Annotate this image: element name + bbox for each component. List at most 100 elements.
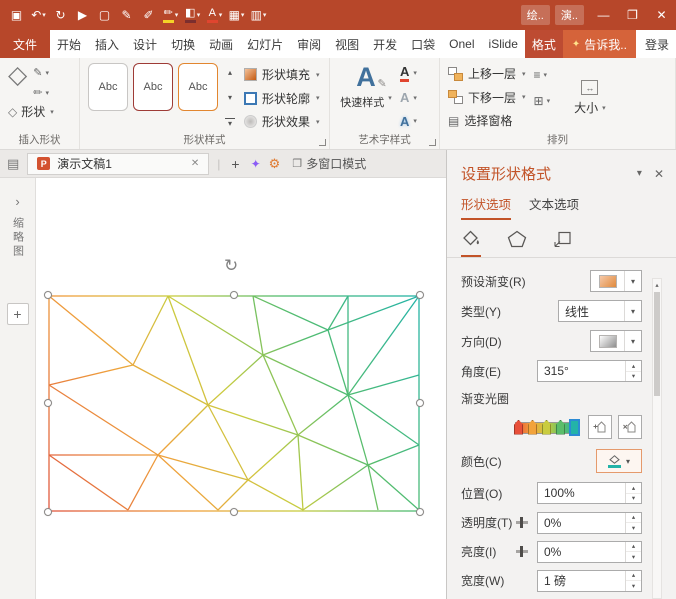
selection-handle-w[interactable]	[44, 399, 52, 407]
tab-pocket[interactable]: 口袋	[404, 30, 442, 58]
highlighter-icon[interactable]: ✏▾	[160, 3, 181, 27]
add-gradient-stop-button[interactable]	[588, 415, 612, 439]
width-spinner[interactable]: 1 磅 ▴▾	[537, 570, 642, 592]
align-button[interactable]: ≡▾	[534, 68, 551, 82]
transparency-spinner[interactable]: 0% ▴▾	[537, 512, 642, 534]
pane-scrollbar[interactable]: ▴	[652, 278, 662, 599]
brightness-slider[interactable]	[516, 550, 528, 553]
undo-icon[interactable]: ↶▾	[28, 3, 49, 27]
gradient-stops-bar[interactable]	[515, 419, 579, 436]
new-tab-button[interactable]: +	[228, 156, 242, 172]
tab-animations[interactable]: 动画	[202, 30, 240, 58]
transparency-slider[interactable]	[516, 521, 528, 524]
shape-fill-icon[interactable]: ◧▾	[182, 3, 203, 27]
text-fill-button[interactable]: A▾	[400, 65, 417, 82]
tab-format-active[interactable]: 格式	[525, 30, 563, 58]
sign-in-link[interactable]: 登录	[636, 30, 676, 58]
tell-me-box[interactable]: ✦告诉我..	[563, 30, 636, 58]
tab-onekey[interactable]: Onel	[442, 30, 481, 58]
chevron-down-icon[interactable]: ▾	[241, 11, 245, 19]
document-tab[interactable]: P 演示文稿1 ✕	[27, 153, 209, 175]
type-dropdown[interactable]: 线性 ▾	[558, 300, 642, 322]
close-tab-icon[interactable]: ✕	[191, 158, 199, 169]
shapes-button[interactable]: ◇ 形状 ▾	[8, 103, 73, 120]
new-document-icon[interactable]: ▢	[94, 3, 115, 27]
rotation-handle[interactable]: ↻	[224, 257, 238, 274]
dialog-launcher-icon[interactable]	[319, 139, 326, 146]
shape-fill-button[interactable]: 形状填充▾	[244, 66, 320, 83]
selection-handle-se[interactable]	[416, 508, 424, 516]
selected-shape[interactable]: ↻	[48, 295, 420, 512]
tab-view[interactable]: 视图	[328, 30, 366, 58]
slider-handle[interactable]	[520, 546, 523, 557]
eyedropper-icon[interactable]: ✎	[116, 3, 137, 27]
chevron-down-icon[interactable]: ▾	[219, 11, 223, 19]
chevron-down-icon[interactable]: ▾	[175, 11, 179, 19]
bring-forward-button[interactable]: 上移一层▾	[448, 65, 526, 82]
close-button[interactable]: ✕	[647, 0, 676, 30]
tab-shape-options[interactable]: 形状选项	[461, 194, 511, 220]
chevron-down-icon[interactable]: ▾	[42, 11, 46, 19]
minimize-button[interactable]: —	[589, 0, 618, 30]
shape-effects-button[interactable]: 形状效果▾	[244, 113, 320, 130]
dialog-launcher-icon[interactable]	[429, 139, 436, 146]
brightness-spinner[interactable]: 0% ▴▾	[537, 541, 642, 563]
direction-dropdown[interactable]: ▾	[590, 330, 642, 352]
spin-up-icon[interactable]: ▴	[626, 361, 641, 372]
effects-icon[interactable]	[507, 230, 527, 257]
remove-gradient-stop-button[interactable]	[618, 415, 642, 439]
tab-developer[interactable]: 开发	[366, 30, 404, 58]
gallery-up-button[interactable]: ▴	[225, 68, 235, 77]
tab-slideshow[interactable]: 幻灯片	[240, 30, 290, 58]
selection-handle-s[interactable]	[230, 508, 238, 516]
position-spinner[interactable]: 100% ▴▾	[537, 482, 642, 504]
shape-style-preview-3[interactable]: Abc	[178, 63, 218, 111]
chevron-down-icon[interactable]: ▾	[263, 11, 267, 19]
slide-canvas[interactable]: ↻	[36, 178, 446, 599]
shape-style-preview-1[interactable]: Abc	[88, 63, 128, 111]
spin-down-icon[interactable]: ▾	[626, 494, 641, 504]
text-outline-button[interactable]: A▾	[400, 90, 417, 105]
shape-outline-button[interactable]: 形状轮廓▾	[244, 90, 320, 107]
shape-style-preview-2[interactable]: Abc	[133, 63, 173, 111]
redo-icon[interactable]: ↻	[50, 3, 71, 27]
spin-down-icon[interactable]: ▾	[626, 523, 641, 533]
start-slideshow-icon[interactable]: ▶	[72, 3, 93, 27]
selection-handle-sw[interactable]	[44, 508, 52, 516]
chevron-down-icon[interactable]: ▾	[197, 11, 201, 19]
gear-icon[interactable]: ⚙	[269, 156, 281, 172]
spin-down-icon[interactable]: ▾	[626, 581, 641, 591]
slider-handle[interactable]	[520, 517, 523, 528]
tab-design[interactable]: 设计	[126, 30, 164, 58]
selection-handle-nw[interactable]	[44, 291, 52, 299]
spin-down-icon[interactable]: ▾	[626, 372, 641, 382]
text-box-button[interactable]: ✏▾	[33, 86, 49, 99]
gallery-down-button[interactable]: ▾	[225, 93, 235, 102]
selection-handle-n[interactable]	[230, 291, 238, 299]
text-effects-button[interactable]: A▾	[400, 114, 417, 129]
tab-transitions[interactable]: 切换	[164, 30, 202, 58]
angle-spinner[interactable]: 315° ▴▾	[537, 360, 642, 382]
tab-insert[interactable]: 插入	[88, 30, 126, 58]
pane-close-icon[interactable]: ✕	[654, 167, 664, 181]
tab-text-options[interactable]: 文本选项	[529, 194, 579, 220]
preset-gradient-dropdown[interactable]: ▾	[590, 270, 642, 292]
multi-window-mode-button[interactable]: ❐ 多窗口模式	[292, 155, 366, 172]
gallery-more-button[interactable]: ▾	[225, 118, 235, 128]
sparkle-icon[interactable]: ✦	[251, 157, 261, 171]
spin-up-icon[interactable]: ▴	[626, 571, 641, 582]
spin-up-icon[interactable]: ▴	[626, 542, 641, 553]
selection-handle-e[interactable]	[416, 399, 424, 407]
add-slide-button[interactable]: +	[7, 303, 29, 325]
spin-down-icon[interactable]: ▾	[626, 552, 641, 562]
tab-file[interactable]: 文件	[0, 30, 50, 58]
tab-islide[interactable]: iSlide	[482, 30, 525, 58]
scrollbar-thumb[interactable]	[654, 292, 660, 396]
tab-home[interactable]: 开始	[50, 30, 88, 58]
size-properties-icon[interactable]	[553, 230, 573, 257]
table-icon[interactable]: ▦▾	[226, 3, 247, 27]
fill-line-icon[interactable]	[461, 230, 481, 257]
expand-pane-chevron-icon[interactable]: ›	[15, 194, 19, 209]
tab-review[interactable]: 审阅	[290, 30, 328, 58]
group-objects-button[interactable]: ⊞▾	[534, 94, 551, 108]
